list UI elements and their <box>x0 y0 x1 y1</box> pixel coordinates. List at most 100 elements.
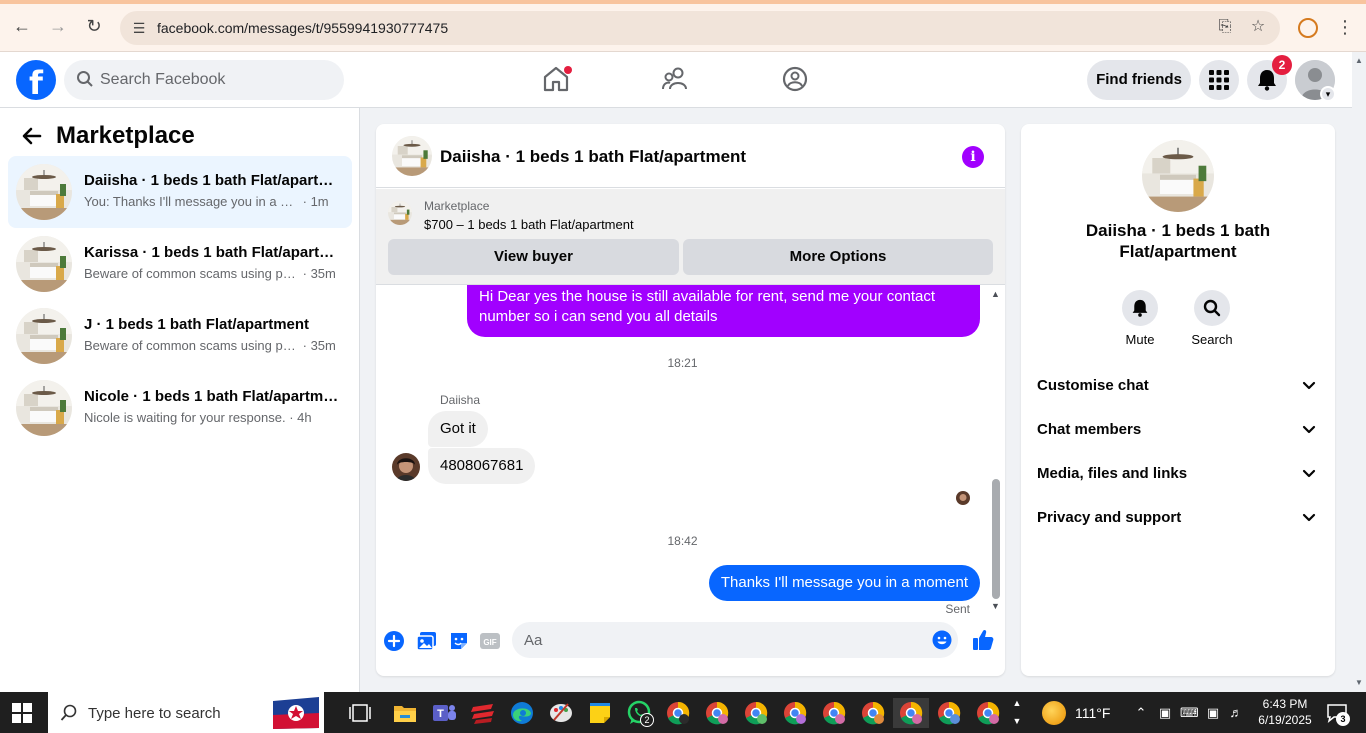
chat-item-karissa[interactable]: Karissa · 1 beds 1 bath Flat/apartment B… <box>8 228 352 300</box>
tray-input-icon[interactable]: ⌨ <box>1180 704 1199 722</box>
sticky-notes-icon[interactable] <box>585 698 615 728</box>
weather-temperature[interactable]: 111°F <box>1075 705 1110 721</box>
details-avatar[interactable] <box>1142 140 1214 212</box>
incoming-message[interactable]: Got it <box>428 411 488 447</box>
timestamp: 18:21 <box>667 356 698 370</box>
emoji-icon[interactable] <box>932 630 952 650</box>
clock-time: 6:43 PM <box>1262 697 1308 711</box>
search-in-chat-button[interactable]: Search <box>1182 290 1242 347</box>
chat-preview: Nicole is waiting for your response. · 4… <box>84 410 312 425</box>
notification-center-badge: 3 <box>1336 712 1350 726</box>
chat-avatar <box>16 236 72 292</box>
taskbar-clock[interactable]: 6:43 PM 6/19/2025 <box>1248 696 1322 728</box>
message-input[interactable] <box>524 630 914 650</box>
incoming-message[interactable]: 4808067681 <box>428 448 536 484</box>
reload-icon[interactable]: ↻ <box>82 14 106 38</box>
customise-chat-section[interactable]: Customise chat <box>1029 364 1327 408</box>
tray-device-icon[interactable]: ▣ <box>1156 704 1174 722</box>
conversation-title[interactable]: Daiisha · 1 beds 1 bath Flat/apartment <box>440 147 746 167</box>
account-chevron-down-icon[interactable]: ▾ <box>1320 86 1336 102</box>
media-files-links-section[interactable]: Media, files and links <box>1029 452 1327 496</box>
message-input-box[interactable] <box>512 622 958 658</box>
page-scrollbar[interactable]: ▲ ▼ <box>1352 52 1366 692</box>
paint-app-icon[interactable] <box>546 698 576 728</box>
chat-item-j[interactable]: J · 1 beds 1 bath Flat/apartment Beware … <box>8 300 352 372</box>
forward-icon[interactable]: → <box>46 14 70 38</box>
chat-name: Daiisha · 1 beds 1 bath Flat/apartment <box>84 172 342 189</box>
scrollbar-thumb[interactable] <box>992 479 1000 599</box>
photo-icon[interactable] <box>416 630 438 652</box>
bookmark-star-icon[interactable]: ☆ <box>1247 16 1269 38</box>
chrome-profile-icon[interactable] <box>819 698 849 728</box>
chrome-profile-icon[interactable] <box>973 698 1003 728</box>
sender-avatar[interactable] <box>392 453 420 481</box>
chrome-profile-icon[interactable] <box>663 698 693 728</box>
facebook-logo-icon[interactable]: f <box>16 60 56 100</box>
chrome-profile-icon[interactable] <box>858 698 888 728</box>
gif-icon[interactable]: GIF <box>479 630 501 652</box>
view-buyer-button[interactable]: View buyer <box>388 239 679 275</box>
facebook-header: f Find friends 2 ▾ <box>0 52 1352 108</box>
scroll-up-icon[interactable]: ▲ <box>991 289 1000 299</box>
search-input[interactable] <box>100 68 330 92</box>
clock-date: 6/19/2025 <box>1258 713 1312 727</box>
back-arrow-icon[interactable] <box>20 124 44 148</box>
sticker-icon[interactable] <box>448 630 470 652</box>
windows-start-icon[interactable] <box>12 703 32 723</box>
chrome-profile-icon[interactable] <box>702 698 732 728</box>
chat-item-daiisha[interactable]: Daiisha · 1 beds 1 bath Flat/apartment Y… <box>8 156 352 228</box>
outgoing-message[interactable]: Hi Dear yes the house is still available… <box>467 285 980 337</box>
chat-members-section[interactable]: Chat members <box>1029 408 1327 452</box>
whatsapp-icon[interactable]: 2 <box>624 698 654 728</box>
details-name: Daiisha · 1 beds 1 bath Flat/apartment <box>1085 221 1271 261</box>
browser-menu-icon[interactable]: ⋮ <box>1336 16 1354 38</box>
chat-name: J · 1 beds 1 bath Flat/apartment <box>84 316 310 333</box>
site-settings-icon[interactable]: ☰ <box>130 19 148 37</box>
network-icon[interactable]: ▣ <box>1204 704 1222 722</box>
teams-icon[interactable]: T <box>429 698 459 728</box>
facebook-search[interactable] <box>64 60 344 100</box>
windows-taskbar: Type here to search T 2 ▲ ▼ 111°F ⌃ ▣ ⌨ ▣… <box>0 692 1366 733</box>
plus-icon[interactable] <box>383 630 405 652</box>
volume-icon[interactable]: ♬ <box>1227 704 1245 722</box>
chrome-profile-icon-active[interactable] <box>893 698 929 728</box>
task-view-icon[interactable] <box>345 698 375 728</box>
chat-name: Karissa · 1 beds 1 bath Flat/apartment <box>84 244 342 261</box>
address-bar[interactable]: ☰ facebook.com/messages/t/95599419307774… <box>120 11 1280 45</box>
message-scrollbar[interactable]: ▲ ▼ <box>989 285 1003 616</box>
scroll-up-icon[interactable]: ▲ <box>1355 56 1363 65</box>
file-explorer-icon[interactable] <box>390 698 420 728</box>
chat-item-nicole[interactable]: Nicole · 1 beds 1 bath Flat/apartment Ni… <box>8 372 352 444</box>
install-app-icon[interactable]: ⎘ <box>1214 16 1236 38</box>
message-status: Sent <box>945 602 970 616</box>
taskbar-overflow-arrows[interactable]: ▲ ▼ <box>1010 694 1024 731</box>
chrome-profile-icon[interactable] <box>780 698 810 728</box>
friends-icon[interactable] <box>661 64 691 94</box>
edge-icon[interactable] <box>507 698 537 728</box>
menu-grid-button[interactable] <box>1199 60 1239 100</box>
back-icon[interactable]: ← <box>10 14 34 38</box>
find-friends-button[interactable]: Find friends <box>1087 60 1191 100</box>
scroll-down-icon[interactable]: ▼ <box>991 601 1000 611</box>
weather-sun-icon[interactable] <box>1042 701 1066 725</box>
browser-profile-icon[interactable] <box>1298 18 1318 38</box>
outgoing-message[interactable]: Thanks I'll message you in a moment <box>708 565 980 601</box>
search-highlight-flag-icon[interactable] <box>270 695 322 731</box>
marketplace-listing-card: Marketplace $700 – 1 beds 1 bath Flat/ap… <box>376 189 1005 285</box>
conversation-avatar[interactable] <box>392 136 432 176</box>
scroll-down-icon[interactable]: ▼ <box>1355 678 1363 687</box>
browser-toolbar: ← → ↻ ☰ facebook.com/messages/t/95599419… <box>0 0 1366 52</box>
listing-price[interactable]: $700 – 1 beds 1 bath Flat/apartment <box>424 217 634 232</box>
red-app-icon[interactable] <box>468 698 498 728</box>
more-options-button[interactable]: More Options <box>683 239 993 275</box>
mute-button[interactable]: Mute <box>1110 290 1170 347</box>
svg-text:GIF: GIF <box>483 638 496 647</box>
chrome-profile-icon[interactable] <box>741 698 771 728</box>
info-icon[interactable]: i <box>962 146 984 168</box>
chrome-profile-icon[interactable] <box>934 698 964 728</box>
thumbs-up-icon[interactable] <box>972 628 994 652</box>
tray-chevron-up-icon[interactable]: ⌃ <box>1132 704 1150 722</box>
privacy-support-section[interactable]: Privacy and support <box>1029 496 1327 540</box>
groups-icon[interactable] <box>780 64 810 94</box>
message-thread: Hi Dear yes the house is still available… <box>376 285 1005 616</box>
